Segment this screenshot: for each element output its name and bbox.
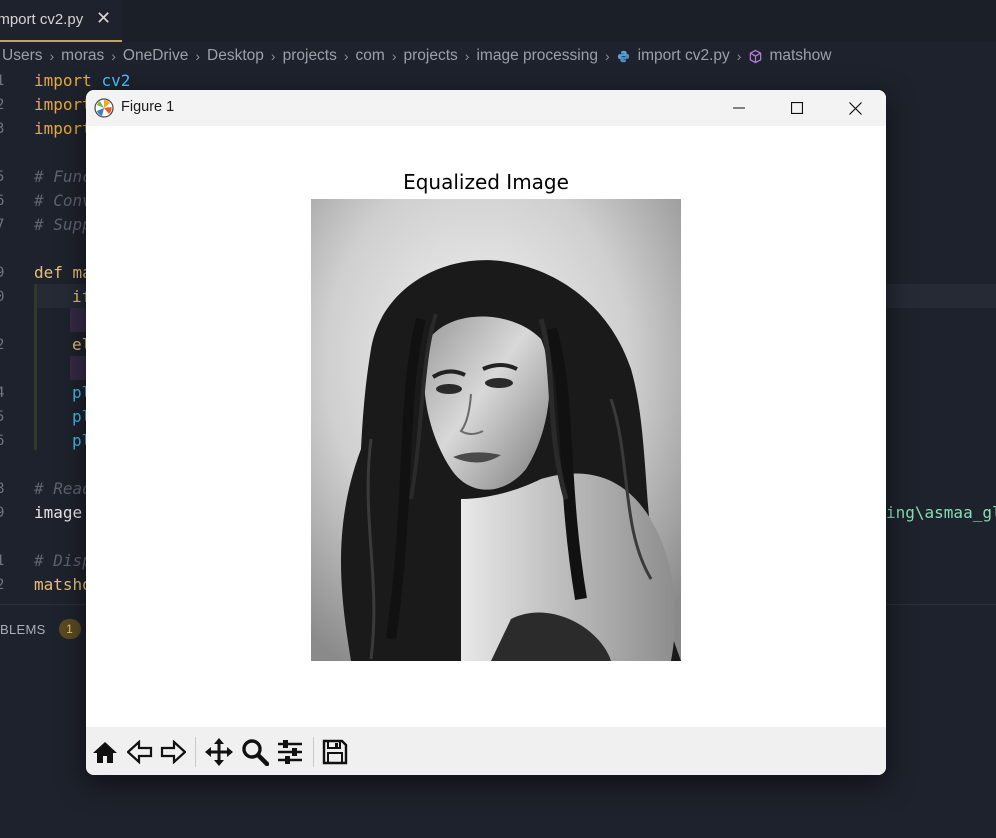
indent-guide (70, 356, 86, 380)
breadcrumb-item[interactable]: projects (283, 47, 337, 65)
home-button[interactable] (90, 737, 120, 767)
window-titlebar[interactable]: Figure 1 (86, 90, 886, 126)
method-cube-icon (750, 49, 762, 63)
save-button[interactable] (319, 737, 351, 767)
configure-subplots-button[interactable] (274, 737, 306, 767)
window-title: Figure 1 (121, 99, 175, 115)
pan-button[interactable] (203, 737, 235, 767)
plot-title: Equalized Image (403, 170, 569, 194)
navigation-toolbar (86, 727, 886, 775)
breadcrumb-item[interactable]: com (356, 47, 385, 65)
pan-icon (205, 738, 233, 766)
breadcrumb-item[interactable]: moras (61, 47, 104, 65)
chevron-right-icon: › (343, 48, 349, 64)
home-icon (93, 742, 117, 763)
breadcrumb: Users › moras › OneDrive › Desktop › project… (2, 46, 832, 66)
tab-label: import cv2.py (0, 11, 84, 28)
chevron-right-icon: › (604, 48, 610, 64)
minimize-button[interactable] (710, 90, 768, 126)
breadcrumb-item[interactable]: OneDrive (123, 47, 188, 65)
matplotlib-app-icon (94, 98, 114, 118)
problems-label: BLEMS (0, 621, 46, 637)
figure-canvas[interactable]: Equalized Image (86, 126, 886, 727)
close-button[interactable] (826, 90, 884, 126)
back-icon (127, 740, 153, 764)
chevron-right-icon: › (270, 48, 276, 64)
maximize-icon (791, 102, 803, 114)
minimize-icon (733, 107, 745, 109)
breadcrumb-file[interactable]: import cv2.py (638, 47, 730, 65)
toolbar-separator (313, 737, 314, 767)
problems-tab[interactable]: BLEMS 1 (0, 619, 81, 639)
chevron-right-icon: › (49, 48, 55, 64)
breadcrumb-item[interactable]: Users (2, 47, 42, 65)
close-icon (848, 101, 862, 115)
zoom-icon (242, 739, 269, 766)
chevron-right-icon: › (736, 48, 742, 64)
close-icon[interactable]: ✕ (96, 8, 111, 29)
editor-tab-bar: import cv2.py ✕ (0, 0, 996, 42)
indent-guide (34, 284, 37, 450)
maximize-button[interactable] (768, 90, 826, 126)
toolbar-separator (195, 737, 196, 767)
breadcrumb-item[interactable]: image processing (476, 47, 597, 65)
equalized-image (311, 199, 681, 661)
chevron-right-icon: › (464, 48, 470, 64)
chevron-right-icon: › (391, 48, 397, 64)
chevron-right-icon: › (111, 48, 116, 64)
editor-tab[interactable]: import cv2.py ✕ (0, 0, 122, 42)
back-button[interactable] (125, 737, 155, 767)
configure-subplots-icon (278, 740, 302, 764)
breadcrumb-symbol[interactable]: matshow (769, 47, 831, 65)
figure-window: Figure 1 Equalized Image (86, 90, 886, 775)
problems-count-badge: 1 (58, 619, 81, 639)
indent-guide (70, 308, 86, 332)
breadcrumb-item[interactable]: Desktop (207, 47, 264, 65)
zoom-button[interactable] (239, 737, 271, 767)
breadcrumb-item[interactable]: projects (404, 47, 458, 65)
forward-button[interactable] (158, 737, 188, 767)
save-icon (322, 739, 348, 765)
forward-icon (160, 740, 186, 764)
python-icon (617, 50, 629, 62)
chevron-right-icon: › (195, 48, 201, 64)
